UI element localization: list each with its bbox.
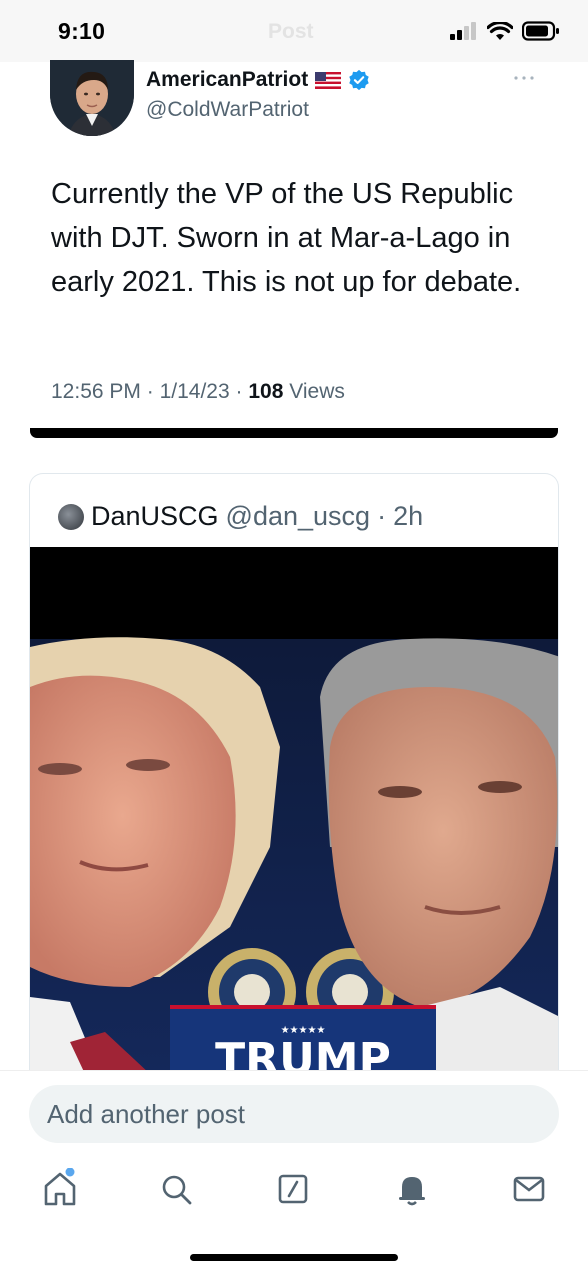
tab-home[interactable] bbox=[42, 1167, 78, 1208]
banner-text: TRUMP bbox=[215, 1034, 391, 1073]
views-count: 108 bbox=[248, 380, 284, 403]
status-bar: 9:10 Post bbox=[0, 0, 588, 62]
quoted-post-card[interactable]: DanUSCG @dan_uscg · 2h ★★★★★ TRUMP bbox=[29, 473, 559, 1073]
author-name-label[interactable]: AmericanPatriot bbox=[146, 68, 308, 92]
post-time[interactable]: 12:56 PM bbox=[51, 380, 141, 403]
post-text: Currently the VP of the US Republic with… bbox=[51, 178, 522, 298]
messages-icon bbox=[513, 1176, 545, 1202]
search-icon bbox=[162, 1175, 192, 1205]
author-avatar[interactable] bbox=[50, 60, 134, 136]
compose-icon bbox=[278, 1174, 308, 1204]
header-title: Post bbox=[268, 20, 314, 43]
meta-separator: · bbox=[235, 380, 243, 403]
tab-messages[interactable] bbox=[511, 1168, 547, 1208]
add-post-input[interactable]: Add another post bbox=[29, 1085, 559, 1143]
signal-icon bbox=[450, 22, 476, 40]
quoted-post-image[interactable]: ★★★★★ TRUMP bbox=[30, 547, 558, 1073]
verified-badge-icon bbox=[349, 69, 369, 91]
quoted-post-header: DanUSCG @dan_uscg · 2h bbox=[58, 501, 423, 532]
bottom-tab-bar bbox=[0, 1167, 588, 1218]
tab-notifications[interactable] bbox=[394, 1168, 430, 1208]
tab-compose[interactable] bbox=[276, 1168, 312, 1208]
author-name[interactable]: AmericanPatriot bbox=[146, 68, 370, 92]
home-icon bbox=[44, 1167, 76, 1206]
quoted-author-handle: @dan_uscg bbox=[225, 501, 371, 531]
author-handle[interactable]: @ColdWarPatriot bbox=[146, 98, 309, 122]
status-icons bbox=[450, 21, 560, 41]
status-time: 9:10 bbox=[58, 18, 106, 44]
quoted-separator: · bbox=[377, 501, 387, 531]
post-date[interactable]: 1/14/23 bbox=[160, 380, 230, 403]
tab-search[interactable] bbox=[159, 1168, 195, 1208]
battery-icon bbox=[522, 21, 559, 41]
quoted-author-name: DanUSCG bbox=[91, 501, 219, 531]
quoted-author-avatar bbox=[58, 503, 84, 530]
notifications-icon bbox=[399, 1177, 425, 1206]
post-meta: 12:56 PM · 1/14/23 · 108 Views bbox=[51, 380, 345, 404]
views-label: Views bbox=[289, 380, 345, 403]
quoted-post-age: 2h bbox=[393, 501, 424, 531]
more-options-icon[interactable] bbox=[512, 70, 536, 88]
wifi-icon bbox=[487, 21, 513, 40]
meta-separator: · bbox=[146, 380, 154, 403]
us-flag-icon bbox=[315, 71, 342, 89]
divider bbox=[30, 428, 558, 438]
home-indicator[interactable] bbox=[190, 1254, 398, 1261]
